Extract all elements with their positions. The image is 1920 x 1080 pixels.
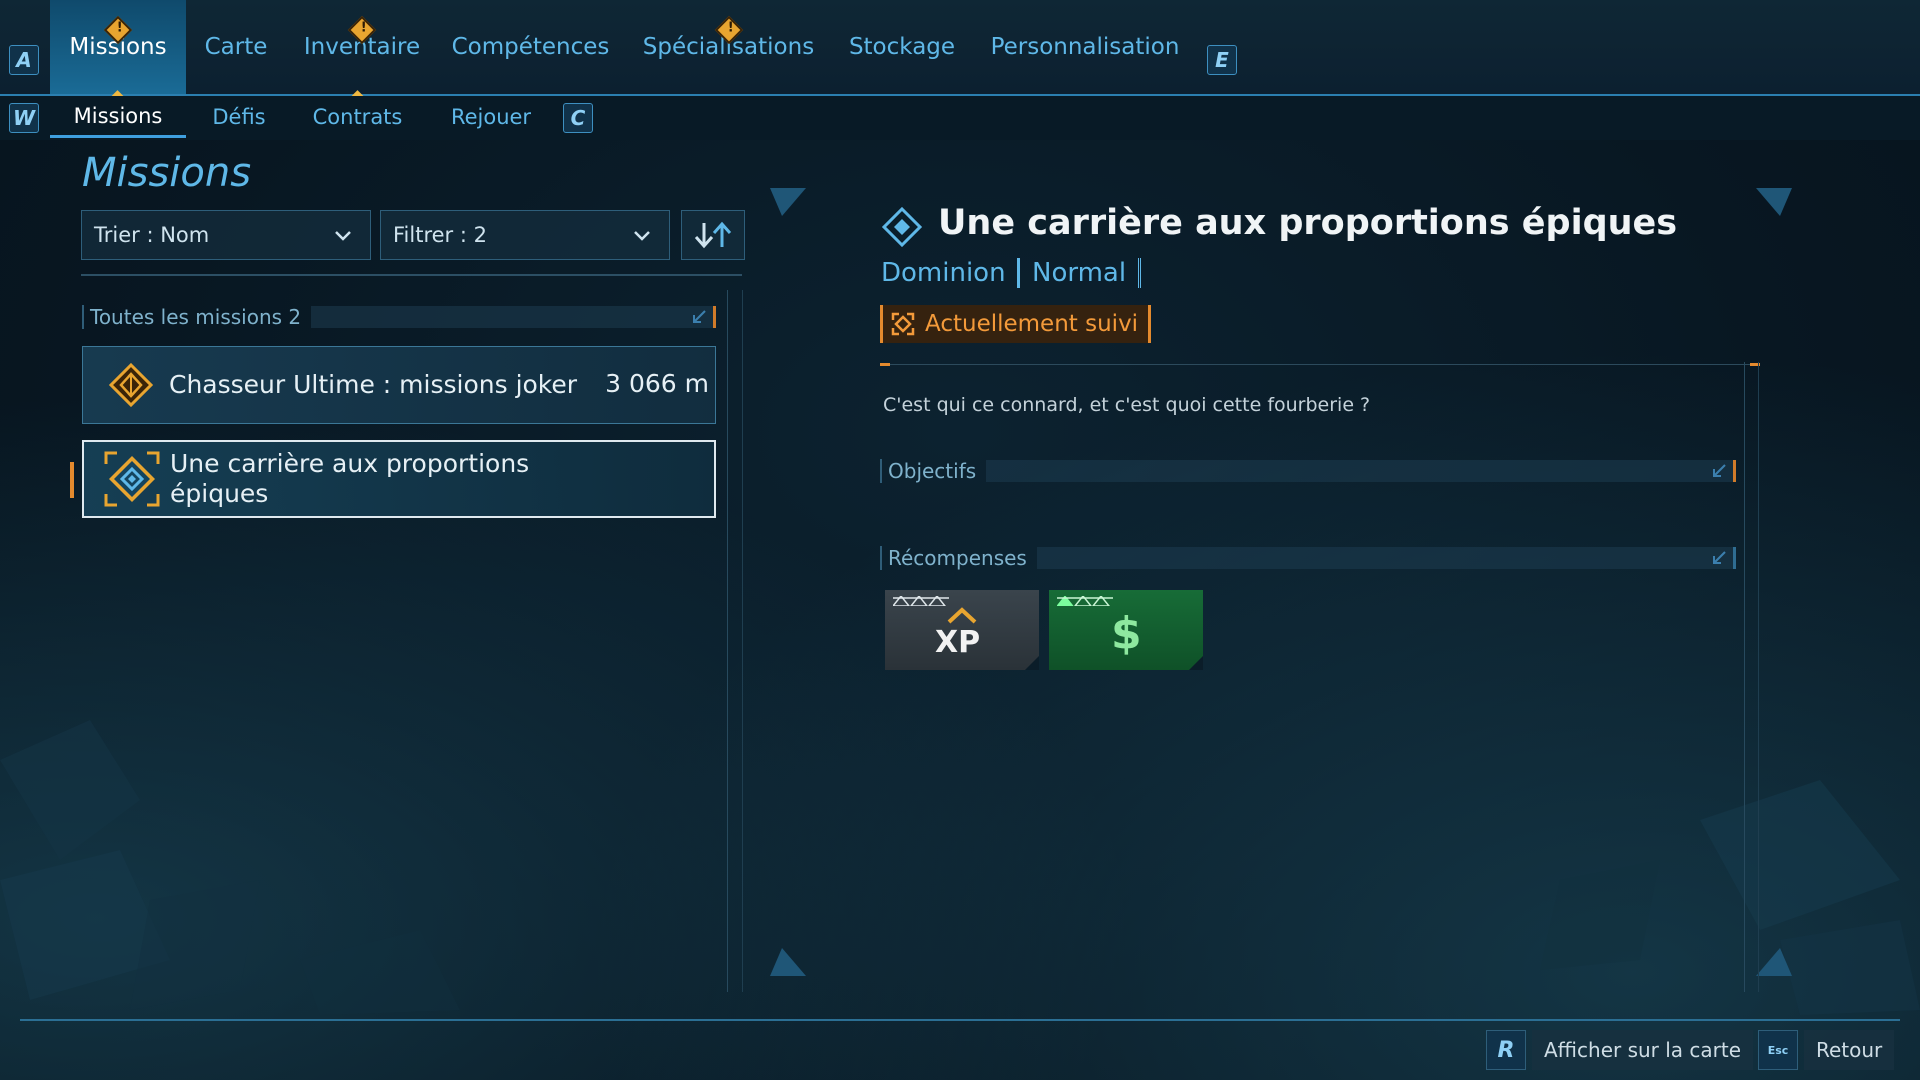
- filter-dropdown[interactable]: Filtrer : 2: [380, 210, 670, 260]
- tab-stockage[interactable]: Stockage: [843, 0, 961, 94]
- frame-corner-icon: [770, 188, 806, 216]
- top-nav-prev-key[interactable]: A: [9, 45, 39, 75]
- rarity-icon: [893, 596, 949, 606]
- money-reward[interactable]: $: [1049, 590, 1203, 670]
- group-header: Toutes les missions 2: [82, 304, 716, 330]
- frame-corner-icon: [770, 948, 806, 976]
- sort-order-button[interactable]: [681, 210, 745, 260]
- tab-carte[interactable]: Carte: [196, 0, 276, 94]
- frame-line: [742, 290, 743, 992]
- top-nav: A Missions Carte Inventaire Compétences …: [0, 0, 1920, 103]
- divider: [81, 274, 742, 276]
- subtab-rejouer-label: Rejouer: [450, 105, 532, 129]
- tracked-mission-icon: [102, 449, 162, 509]
- tab-inventaire[interactable]: Inventaire: [297, 0, 427, 94]
- reward-corner: [1189, 656, 1203, 670]
- subtab-defis-label: Défis: [212, 105, 266, 129]
- top-nav-next-key[interactable]: E: [1207, 45, 1237, 75]
- chevron-down-icon: [335, 231, 351, 241]
- xp-reward[interactable]: XP: [885, 590, 1039, 670]
- subtab-missions[interactable]: Missions: [50, 96, 186, 138]
- group-header-label: Toutes les missions 2: [82, 305, 301, 329]
- back-label: Retour: [1804, 1030, 1895, 1070]
- show-on-map-label: Afficher sur la carte: [1532, 1030, 1754, 1070]
- mission-name: Une carrière aux proportions épiques: [170, 449, 530, 508]
- subtab-rejouer[interactable]: Rejouer: [443, 96, 539, 138]
- mission-difficulty: Normal: [1017, 258, 1142, 288]
- objectives-label: Objectifs: [880, 459, 976, 483]
- mission-distance: 3 066 m: [605, 369, 709, 398]
- collapse-icon: [1713, 551, 1726, 564]
- detail-divider: [880, 364, 1760, 365]
- subtab-contrats[interactable]: Contrats: [305, 96, 410, 138]
- collapse-icon: [693, 310, 706, 323]
- mission-name: Chasseur Ultime : missions joker: [169, 370, 578, 399]
- mission-title: Une carrière aux proportions épiques: [938, 203, 1678, 243]
- mission-diamond-icon: [882, 207, 922, 247]
- collapse-icon: [1713, 464, 1726, 477]
- mission-faction: Dominion: [881, 258, 1020, 288]
- tracked-status-badge: Actuellement suivi: [880, 305, 1152, 343]
- objectives-bar: [986, 460, 1736, 482]
- tab-personnalisation[interactable]: Personnalisation: [985, 0, 1185, 94]
- background-shards: [0, 720, 1920, 1015]
- footer-divider: [20, 1019, 1900, 1021]
- mission-description: C'est qui ce connard, et c'est quoi cett…: [883, 394, 1371, 416]
- subtab-missions-label: Missions: [73, 103, 163, 128]
- objectives-header: Objectifs: [880, 458, 1736, 484]
- subtab-defis[interactable]: Défis: [203, 96, 275, 138]
- xp-reward-icon: XP: [935, 607, 980, 658]
- svg-text:$: $: [1111, 608, 1142, 658]
- rewards-bar: [1036, 547, 1736, 569]
- reward-corner: [1025, 656, 1039, 670]
- back-button[interactable]: Esc Retour: [1758, 1030, 1895, 1070]
- page-title: Missions: [82, 150, 252, 196]
- chevron-down-icon: [634, 231, 650, 241]
- show-on-map-key: R: [1486, 1030, 1526, 1070]
- sub-nav-next-key[interactable]: C: [563, 103, 593, 133]
- tab-stockage-label: Stockage: [848, 34, 956, 60]
- detail-scrollbar-track[interactable]: [1744, 362, 1745, 992]
- tab-specialisations[interactable]: Spécialisations: [636, 0, 821, 94]
- group-header-bar: [311, 306, 716, 328]
- list-scrollbar-track[interactable]: [727, 290, 728, 992]
- tab-competences[interactable]: Compétences: [448, 0, 613, 94]
- sort-dropdown-label: Trier : Nom: [94, 223, 210, 247]
- back-key: Esc: [1758, 1030, 1798, 1070]
- mission-list-item[interactable]: Une carrière aux proportions épiques: [82, 440, 716, 518]
- filter-dropdown-label: Filtrer : 2: [393, 223, 487, 247]
- show-on-map-button[interactable]: R Afficher sur la carte: [1486, 1030, 1754, 1070]
- tracking-icon: [891, 312, 915, 336]
- dollar-reward-icon: $: [1111, 608, 1142, 658]
- selection-marker: [70, 462, 74, 498]
- sort-dropdown[interactable]: Trier : Nom: [81, 210, 371, 260]
- svg-text:XP: XP: [935, 625, 980, 658]
- tab-competences-label: Compétences: [451, 34, 610, 60]
- frame-corner-icon: [1756, 188, 1792, 216]
- divider-accent: [880, 363, 890, 366]
- tab-missions[interactable]: Missions: [50, 0, 186, 94]
- rarity-icon: [1057, 596, 1113, 606]
- sub-nav-prev-key[interactable]: W: [9, 103, 39, 133]
- tab-carte-label: Carte: [204, 34, 268, 60]
- joker-mission-icon: [101, 355, 161, 415]
- tab-personnalisation-label: Personnalisation: [990, 34, 1180, 60]
- sub-nav: W Missions Défis Contrats Rejouer C: [0, 96, 1920, 140]
- subtab-contrats-label: Contrats: [312, 105, 403, 129]
- rewards-label: Récompenses: [880, 546, 1027, 570]
- rewards-header: Récompenses: [880, 545, 1736, 571]
- mission-list-item[interactable]: Chasseur Ultime : missions joker 3 066 m: [82, 346, 716, 424]
- frame-line: [1758, 362, 1759, 992]
- tracked-status-label: Actuellement suivi: [925, 311, 1139, 337]
- sort-arrows-icon: [694, 221, 732, 249]
